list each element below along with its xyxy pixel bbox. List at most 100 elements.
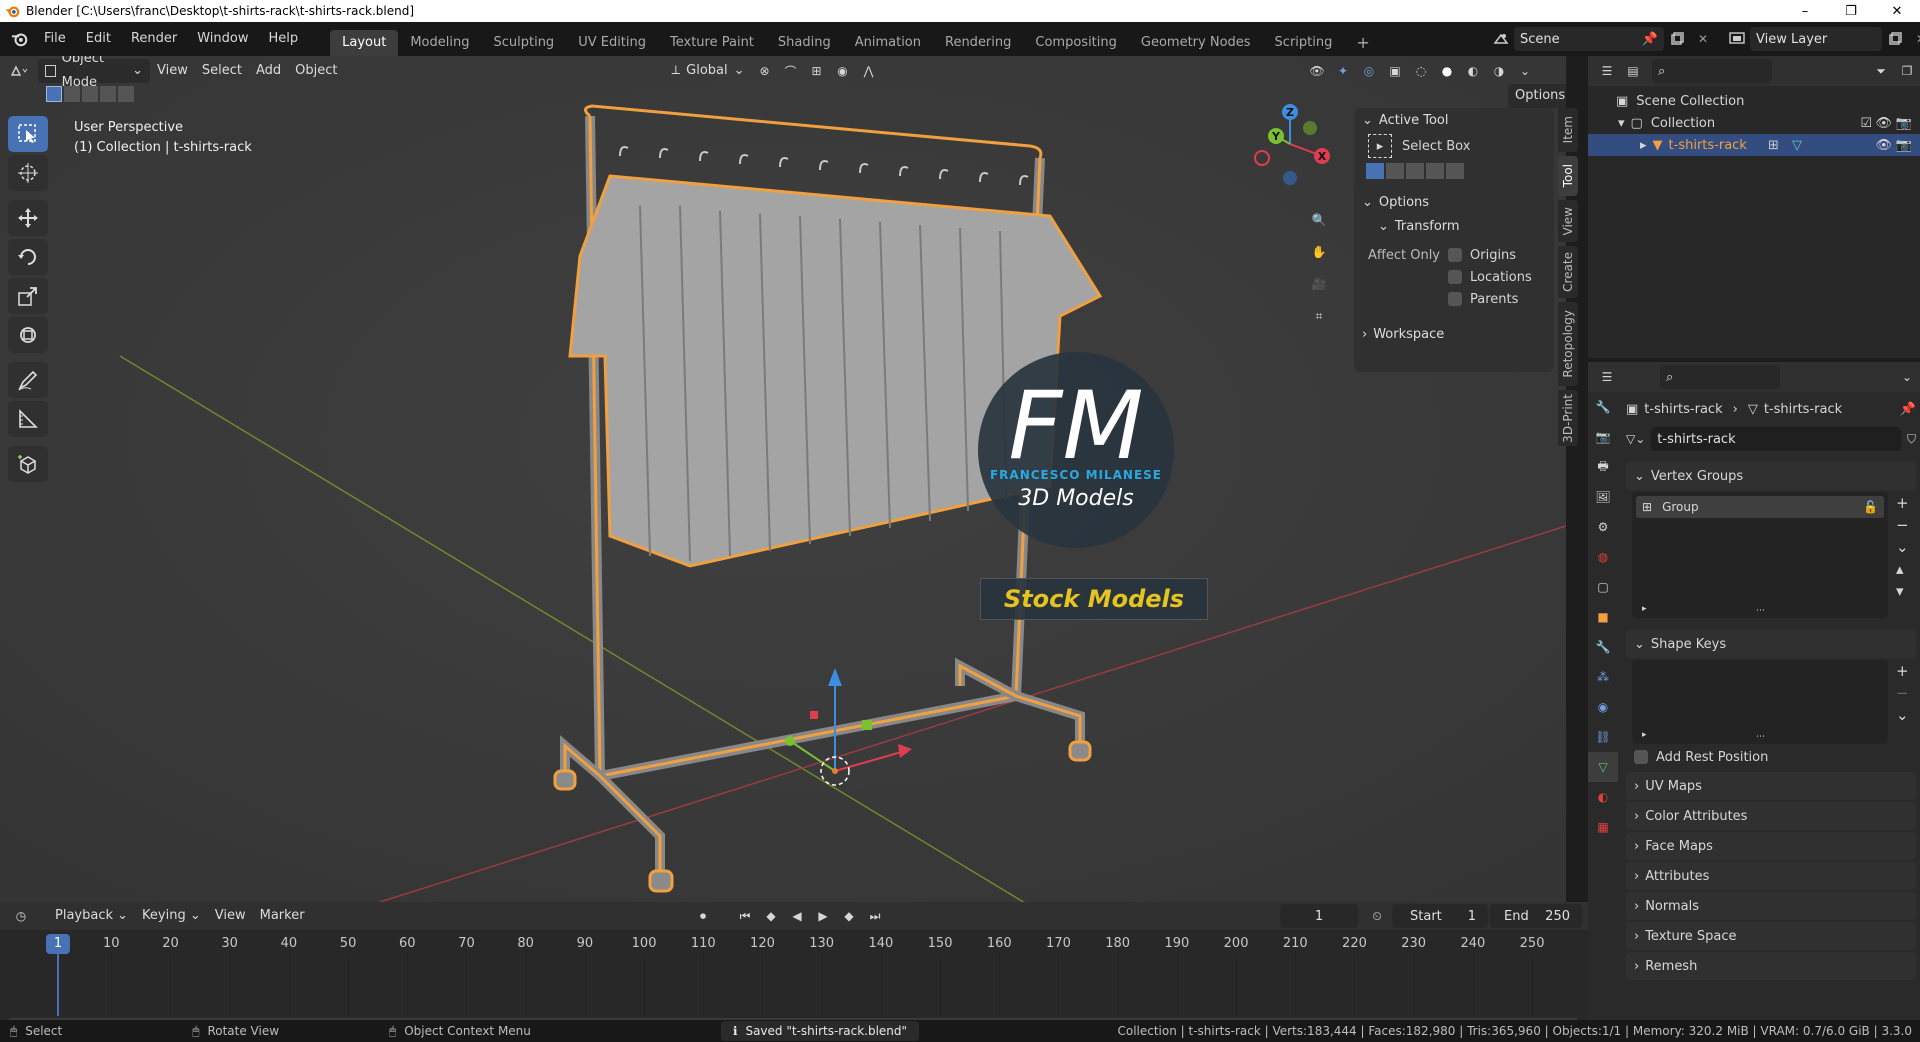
resize-handle-icon[interactable]: ⋯ — [1756, 732, 1765, 742]
vertex-group-specials-button[interactable]: ⌄ — [1896, 536, 1909, 558]
shape-keys-list[interactable]: ▸ ⋯ — [1632, 660, 1888, 744]
playhead-frame-label[interactable]: 1 — [46, 934, 70, 954]
scene-selector[interactable]: Scene 📌 — [1514, 27, 1664, 51]
display-mode-icon[interactable]: ▤ — [1620, 59, 1646, 83]
scene-tab-icon[interactable]: ⚙ — [1588, 512, 1618, 542]
output-tab-icon[interactable]: 🖶 — [1588, 452, 1618, 482]
perspective-grid-icon[interactable]: ⌗ — [1306, 304, 1332, 328]
collection-tab-icon[interactable]: ▢ — [1588, 572, 1618, 602]
viewport-menu-select[interactable]: Select — [195, 59, 249, 83]
active-tool-header[interactable]: ⌄ Active Tool — [1354, 108, 1554, 132]
mode-difference-icon[interactable] — [1426, 163, 1444, 179]
maximize-button[interactable]: ❐ — [1828, 0, 1874, 22]
remove-shape-key-button[interactable]: − — [1896, 682, 1909, 704]
modifier-tab-icon[interactable]: 🔧 — [1588, 632, 1618, 662]
shading-rendered-icon[interactable]: ◑ — [1486, 59, 1512, 83]
minimize-button[interactable]: – — [1782, 0, 1828, 22]
select-new-icon[interactable] — [46, 86, 62, 102]
texture-space-header[interactable]: › Texture Space — [1626, 922, 1916, 950]
lock-icon[interactable]: 🔓 — [1863, 500, 1878, 514]
falloff-icon[interactable]: ⋀ — [856, 59, 882, 83]
close-button[interactable]: ✕ — [1874, 0, 1920, 22]
timeline-ruler[interactable]: 10 20 30 40 50 60 70 80 90 100 110 120 130 140 150 160 1… — [0, 902, 1588, 1030]
select-intersect-icon[interactable] — [118, 86, 134, 102]
shading-material-icon[interactable]: ◐ — [1460, 59, 1486, 83]
normals-header[interactable]: › Normals — [1626, 892, 1916, 920]
zoom-icon[interactable]: 🔍 — [1306, 208, 1332, 232]
move-down-button[interactable]: ▾ — [1896, 580, 1909, 602]
properties-search-input[interactable]: ⌕ — [1660, 365, 1780, 389]
tab-item[interactable]: Item — [1558, 108, 1578, 152]
object-tab-icon[interactable]: ■ — [1588, 602, 1618, 632]
exclude-checkbox-icon[interactable]: ☑ — [1860, 116, 1872, 131]
pin-icon[interactable]: 📌 — [1900, 402, 1916, 417]
view-layer-selector[interactable]: View Layer — [1750, 27, 1882, 51]
mode-extend-icon[interactable] — [1386, 163, 1404, 179]
menu-help[interactable]: Help — [259, 27, 309, 51]
list-expand-icon[interactable]: ▸ — [1642, 730, 1647, 740]
navigation-gizmo[interactable]: Z Y X — [1240, 94, 1340, 194]
select-box-tool-icon[interactable] — [8, 116, 48, 152]
vertex-groups-list[interactable]: ⊞ Group 🔓 ▸ ⋯ — [1632, 492, 1888, 618]
chevron-down-icon[interactable]: ⌄ — [1894, 365, 1920, 389]
measure-tool-icon[interactable] — [8, 401, 48, 437]
gizmo-toggle-icon[interactable]: ✦ — [1330, 59, 1356, 83]
tab-compositing[interactable]: Compositing — [1023, 30, 1129, 56]
pin-icon[interactable]: 📌 — [1642, 32, 1658, 47]
orientation-selector[interactable]: ⟂ Global ⌄ — [664, 59, 751, 83]
viewport-menu-object[interactable]: Object — [288, 59, 344, 83]
remove-vertex-group-button[interactable]: − — [1896, 514, 1909, 536]
view-layer-tab-icon[interactable]: 🖼 — [1588, 482, 1618, 512]
scale-tool-icon[interactable] — [8, 278, 48, 314]
new-collection-icon[interactable]: ❐ — [1894, 59, 1920, 83]
rotate-tool-icon[interactable] — [8, 239, 48, 275]
render-camera-icon[interactable]: 📷 — [1896, 138, 1912, 153]
tab-view[interactable]: View — [1558, 200, 1578, 242]
face-maps-header[interactable]: › Face Maps — [1626, 832, 1916, 860]
menu-window[interactable]: Window — [187, 27, 258, 51]
mode-intersect-icon[interactable] — [1446, 163, 1464, 179]
add-rest-position-checkbox[interactable] — [1634, 750, 1648, 764]
locations-checkbox[interactable] — [1448, 270, 1462, 284]
mesh-browse-icon[interactable]: ▽⌄ — [1626, 432, 1645, 446]
mode-selector[interactable]: Object Mode ⌄ — [38, 56, 150, 90]
uv-maps-header[interactable]: › UV Maps — [1626, 772, 1916, 800]
material-tab-icon[interactable]: ◐ — [1588, 782, 1618, 812]
tab-texture-paint[interactable]: Texture Paint — [658, 30, 766, 56]
tab-shading[interactable]: Shading — [766, 30, 843, 56]
active-tool-row[interactable]: ▸ Select Box — [1354, 132, 1554, 160]
transform-tool-icon[interactable] — [8, 317, 48, 353]
add-workspace-icon[interactable]: + — [1344, 30, 1381, 56]
select-invert-icon[interactable] — [100, 86, 116, 102]
mode-new-icon[interactable] — [1366, 163, 1384, 179]
saved-report[interactable]: ℹ Saved "t-shirts-rack.blend" — [720, 1021, 920, 1041]
color-attributes-header[interactable]: › Color Attributes — [1626, 802, 1916, 830]
xray-icon[interactable]: ▣ — [1382, 59, 1408, 83]
add-shape-key-button[interactable]: + — [1896, 660, 1909, 682]
attributes-header[interactable]: › Attributes — [1626, 862, 1916, 890]
hide-eye-icon[interactable]: 👁 — [1875, 116, 1892, 131]
tab-animation[interactable]: Animation — [843, 30, 933, 56]
scene-icon[interactable] — [1488, 27, 1514, 51]
annotate-tool-icon[interactable] — [8, 362, 48, 398]
tab-create[interactable]: Create — [1558, 246, 1578, 298]
menu-file[interactable]: File — [34, 27, 76, 51]
render-camera-icon[interactable]: 📷 — [1896, 116, 1912, 131]
texture-tab-icon[interactable]: ▦ — [1588, 812, 1618, 842]
mode-subtract-icon[interactable] — [1406, 163, 1424, 179]
menu-edit[interactable]: Edit — [76, 27, 121, 51]
options-header[interactable]: ⌄ Options — [1354, 190, 1554, 214]
snap-icon[interactable]: ⌒ — [778, 59, 804, 83]
viewport-menu-view[interactable]: View — [150, 59, 195, 83]
list-expand-icon[interactable]: ▸ — [1642, 604, 1647, 614]
tab-geometry-nodes[interactable]: Geometry Nodes — [1129, 30, 1263, 56]
add-vertex-group-button[interactable]: + — [1896, 492, 1909, 514]
shape-keys-header[interactable]: ⌄ Shape Keys — [1626, 630, 1916, 658]
expand-arrow-icon[interactable]: ▾ — [1618, 116, 1625, 131]
hide-eye-icon[interactable]: 👁 — [1875, 138, 1892, 153]
fake-user-shield-icon[interactable]: ⛉ — [1907, 432, 1916, 447]
filter-icon[interactable]: ⏷ — [1868, 59, 1894, 83]
vertex-groups-header[interactable]: ⌄ Vertex Groups — [1626, 462, 1916, 490]
remesh-header[interactable]: › Remesh — [1626, 952, 1916, 980]
move-tool-icon[interactable] — [8, 200, 48, 236]
